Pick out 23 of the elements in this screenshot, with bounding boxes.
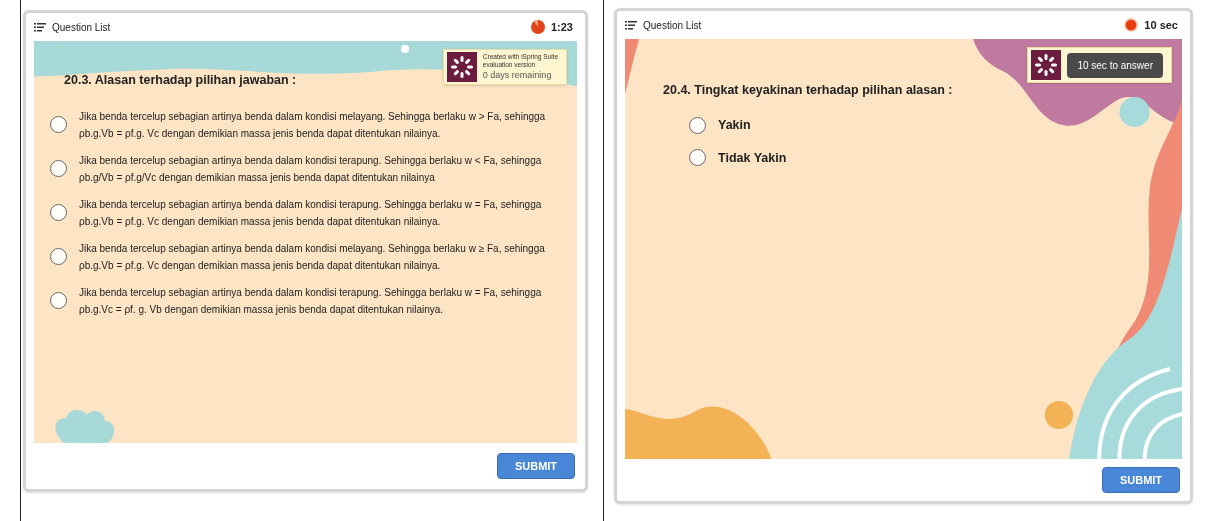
submit-button[interactable]: SUBMIT [1102,467,1180,493]
flower-logo-icon [446,52,477,82]
question-list-link[interactable]: Question List [643,17,702,33]
answer-option[interactable]: Jika benda tercelup sebagian artinya benda dalam kondisi melayang. Sehingga berlaku w > Fa, sehingga ρb.g.Vb = ρf.g. Vc dengan demikian massa jenis benda dapat ditentukan nilainya. [79,107,551,142]
badge-text: 0 days remaining [482,69,553,81]
question-text: 20.4. Tingkat keyakinan terhadap pilihan alasan : [662,82,953,99]
tooltip: 10 sec to answer [1067,52,1163,78]
list-icon[interactable] [625,20,637,30]
question-text: 20.3. Alasan terhadap pilihan jawaban : [63,72,297,89]
answer-option[interactable]: Tidak Yakin [718,148,787,168]
timer-text: 1:23 [550,19,573,35]
timer-text: 10 sec [1144,17,1178,33]
question-list-link[interactable]: Question List [52,19,111,35]
answer-option[interactable]: Jika benda tercelup sebagian artinya benda dalam kondisi melayang. Sehingga berlaku w ≥ Fa, sehingga ρb.g.Vb = ρf.g. Vc dengan demikian massa jenis benda dapat ditentukan nilainya. [79,239,551,274]
answer-option[interactable]: Jika benda tercelup sebagian artinya benda dalam kondisi terapung. Sehingga berlaku w < Fa, sehingga ρb.g/Vb = ρf.g/Vc dengan demikian massa jenis benda dapat ditentukan nilainya [79,151,551,186]
list-icon[interactable] [34,22,46,32]
timer-icon [530,20,545,34]
answer-option[interactable]: Jika benda tercelup sebagian artinya benda dalam kondisi terapung. Sehingga berlaku w = Fa, sehingga ρb.g.Vc = ρf. g. Vb dengan demikian massa jenis benda dapat ditentukan nilainya. [79,283,551,318]
timer-icon [1124,18,1139,32]
submit-button[interactable]: SUBMIT [497,453,575,479]
answer-option[interactable]: Jika benda tercelup sebagian artinya benda dalam kondisi terapung. Sehingga berlaku w = Fa, sehingga ρb.g.Vb = ρf.g. Vc dengan demikian massa jenis benda dapat ditentukan nilainya. [79,195,551,230]
answer-option[interactable]: Yakin [718,115,751,135]
flower-logo-icon [1031,50,1062,80]
